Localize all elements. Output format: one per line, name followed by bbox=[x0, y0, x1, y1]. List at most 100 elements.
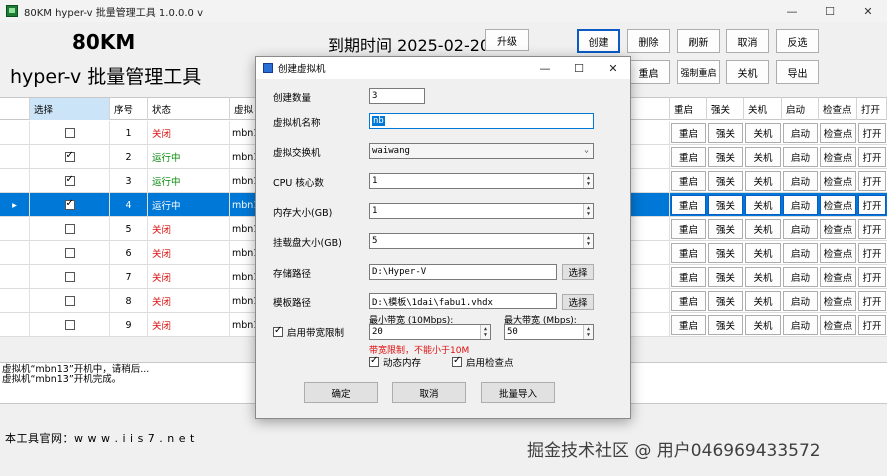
column-status[interactable]: 状态 bbox=[148, 98, 230, 120]
row-header[interactable] bbox=[0, 217, 30, 241]
row-checkpoint-button[interactable]: 检查点 bbox=[820, 219, 856, 239]
row-force-off-button[interactable]: 强关 bbox=[708, 219, 743, 239]
row-start-button[interactable]: 启动 bbox=[783, 243, 818, 263]
select-cell[interactable] bbox=[30, 169, 110, 193]
row-start-button[interactable]: 启动 bbox=[783, 123, 818, 143]
row-restart-button[interactable]: 重启 bbox=[671, 243, 706, 263]
select-cell[interactable] bbox=[30, 289, 110, 313]
invert-selection-button[interactable]: 反选 bbox=[776, 29, 819, 53]
row-shutdown-button[interactable]: 关机 bbox=[745, 243, 781, 263]
row-checkpoint-button[interactable]: 检查点 bbox=[820, 267, 856, 287]
row-checkbox[interactable] bbox=[64, 128, 75, 138]
spin-arrows-icon[interactable]: ▲ ▼ bbox=[583, 174, 593, 188]
row-force-off-button[interactable]: 强关 bbox=[708, 291, 743, 311]
row-header[interactable] bbox=[0, 169, 30, 193]
row-force-off-button[interactable]: 强关 bbox=[708, 315, 743, 335]
row-restart-button[interactable]: 重启 bbox=[671, 195, 706, 215]
row-shutdown-button[interactable]: 关机 bbox=[745, 219, 781, 239]
bandwidth-limit-checkbox[interactable]: 启用带宽限制 bbox=[273, 325, 344, 339]
dialog-close-button[interactable]: ✕ bbox=[596, 57, 630, 79]
row-header[interactable] bbox=[0, 145, 30, 169]
column-index[interactable]: 序号 bbox=[110, 98, 148, 120]
dialog-cancel-button[interactable]: 取消 bbox=[392, 382, 466, 403]
row-open-button[interactable]: 打开 bbox=[858, 147, 886, 167]
row-open-button[interactable]: 打开 bbox=[858, 219, 886, 239]
column-force-off[interactable]: 强关 bbox=[707, 98, 744, 120]
row-header[interactable] bbox=[0, 265, 30, 289]
row-start-button[interactable]: 启动 bbox=[783, 195, 818, 215]
row-start-button[interactable]: 启动 bbox=[783, 315, 818, 335]
row-start-button[interactable]: 启动 bbox=[783, 267, 818, 287]
choose-storage-button[interactable]: 选择 bbox=[562, 264, 594, 280]
export-button[interactable]: 导出 bbox=[776, 60, 819, 84]
row-restart-button[interactable]: 重启 bbox=[671, 219, 706, 239]
select-cell[interactable] bbox=[30, 145, 110, 169]
close-button[interactable]: ✕ bbox=[849, 0, 887, 22]
row-header[interactable]: ▸ bbox=[0, 193, 30, 217]
delete-button[interactable]: 删除 bbox=[627, 29, 670, 53]
row-shutdown-button[interactable]: 关机 bbox=[745, 147, 781, 167]
row-force-off-button[interactable]: 强关 bbox=[708, 171, 743, 191]
disk-stepper[interactable]: 5 ▲ ▼ bbox=[369, 233, 594, 249]
select-cell[interactable] bbox=[30, 313, 110, 337]
refresh-button[interactable]: 刷新 bbox=[677, 29, 720, 53]
dialog-minimize-button[interactable]: — bbox=[528, 57, 562, 79]
row-header[interactable] bbox=[0, 289, 30, 313]
row-checkpoint-button[interactable]: 检查点 bbox=[820, 243, 856, 263]
enable-checkpoint-checkbox[interactable]: 启用检查点 bbox=[452, 355, 514, 369]
row-checkbox[interactable] bbox=[64, 296, 75, 306]
row-start-button[interactable]: 启动 bbox=[783, 171, 818, 191]
max-bandwidth-stepper[interactable]: 50 ▲ ▼ bbox=[504, 324, 594, 340]
choose-template-button[interactable]: 选择 bbox=[562, 294, 594, 310]
row-shutdown-button[interactable]: 关机 bbox=[745, 267, 781, 287]
spin-arrows-icon[interactable]: ▲ ▼ bbox=[583, 234, 593, 248]
row-checkbox[interactable] bbox=[64, 224, 75, 234]
row-force-off-button[interactable]: 强关 bbox=[708, 147, 743, 167]
row-checkpoint-button[interactable]: 检查点 bbox=[820, 195, 856, 215]
row-checkpoint-button[interactable]: 检查点 bbox=[820, 171, 856, 191]
spin-arrows-icon[interactable]: ▲ ▼ bbox=[480, 325, 490, 339]
row-restart-button[interactable]: 重启 bbox=[671, 147, 706, 167]
row-shutdown-button[interactable]: 关机 bbox=[745, 291, 781, 311]
column-shutdown[interactable]: 关机 bbox=[744, 98, 782, 120]
website-label[interactable]: 本工具官网：w w w . i i s 7 . n e t bbox=[5, 430, 195, 446]
template-path-input[interactable]: D:\模板\1dai\fabu1.vhdx bbox=[369, 293, 557, 309]
row-checkbox[interactable] bbox=[64, 272, 75, 282]
row-checkpoint-button[interactable]: 检查点 bbox=[820, 291, 856, 311]
row-checkpoint-button[interactable]: 检查点 bbox=[820, 315, 856, 335]
row-checkbox[interactable] bbox=[64, 198, 75, 210]
row-start-button[interactable]: 启动 bbox=[783, 147, 818, 167]
create-button[interactable]: 创建 bbox=[577, 29, 620, 53]
row-shutdown-button[interactable]: 关机 bbox=[745, 195, 781, 215]
row-checkbox[interactable] bbox=[64, 174, 75, 186]
select-cell[interactable] bbox=[30, 217, 110, 241]
row-header[interactable] bbox=[0, 313, 30, 337]
row-open-button[interactable]: 打开 bbox=[858, 267, 886, 287]
row-shutdown-button[interactable]: 关机 bbox=[745, 171, 781, 191]
column-select[interactable]: 选择 bbox=[30, 98, 110, 120]
row-force-off-button[interactable]: 强关 bbox=[708, 267, 743, 287]
upgrade-button[interactable]: 升级 bbox=[485, 29, 529, 51]
memory-stepper[interactable]: 1 ▲ ▼ bbox=[369, 203, 594, 219]
row-restart-button[interactable]: 重启 bbox=[671, 315, 706, 335]
row-header[interactable] bbox=[0, 121, 30, 145]
batch-force-restart-button[interactable]: 强制重启 bbox=[677, 60, 720, 84]
select-cell[interactable] bbox=[30, 241, 110, 265]
cpu-stepper[interactable]: 1 ▲ ▼ bbox=[369, 173, 594, 189]
batch-restart-button[interactable]: 重启 bbox=[627, 60, 670, 84]
minimize-button[interactable]: — bbox=[773, 0, 811, 22]
dialog-maximize-button[interactable]: ☐ bbox=[562, 57, 596, 79]
select-cell[interactable] bbox=[30, 193, 110, 217]
dynamic-memory-checkbox[interactable]: 动态内存 bbox=[369, 355, 421, 369]
row-start-button[interactable]: 启动 bbox=[783, 291, 818, 311]
select-cell[interactable] bbox=[30, 121, 110, 145]
select-cell[interactable] bbox=[30, 265, 110, 289]
row-restart-button[interactable]: 重启 bbox=[671, 291, 706, 311]
spin-arrows-icon[interactable]: ▲ ▼ bbox=[583, 204, 593, 218]
batch-import-button[interactable]: 批量导入 bbox=[481, 382, 555, 403]
row-checkbox[interactable] bbox=[64, 150, 75, 162]
row-force-off-button[interactable]: 强关 bbox=[708, 243, 743, 263]
row-shutdown-button[interactable]: 关机 bbox=[745, 315, 781, 335]
ok-button[interactable]: 确定 bbox=[304, 382, 378, 403]
row-shutdown-button[interactable]: 关机 bbox=[745, 123, 781, 143]
